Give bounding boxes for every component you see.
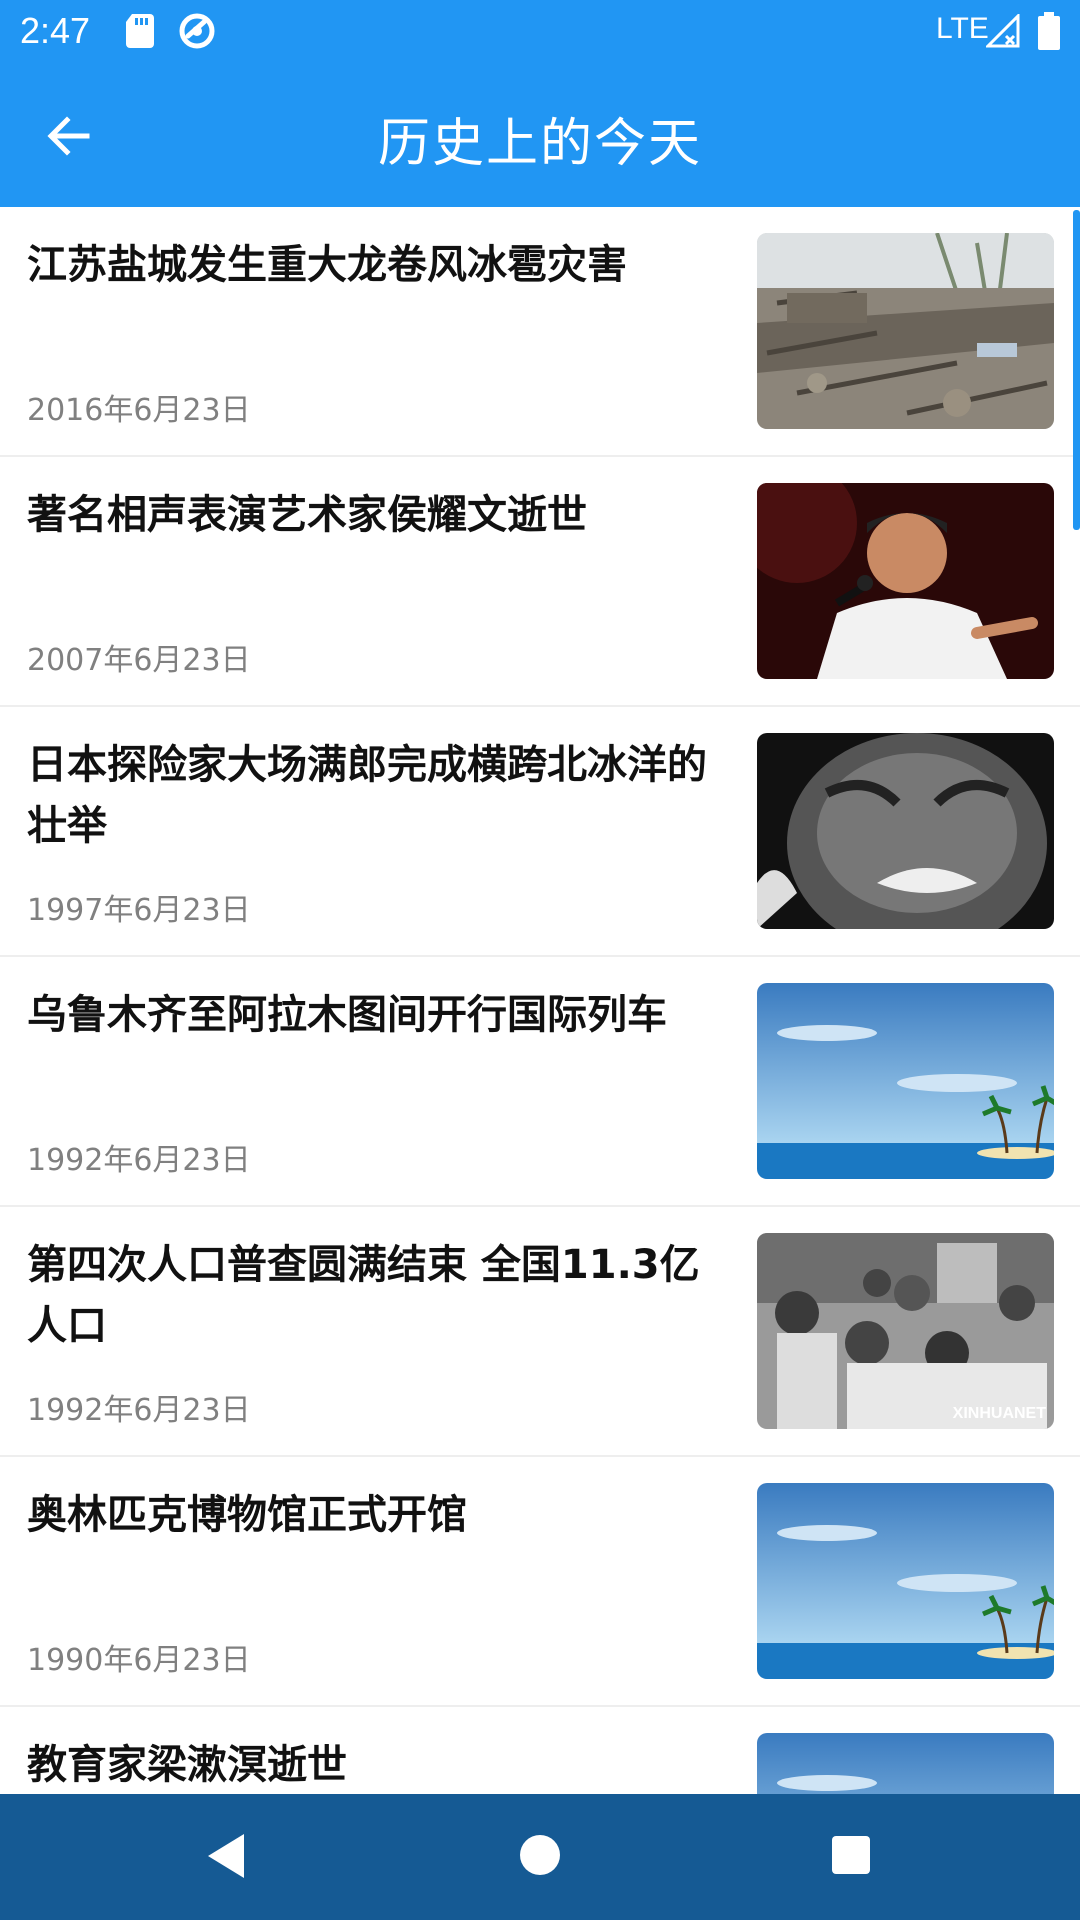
- status-bar: 2:47 LTE: [0, 0, 1080, 63]
- event-date: 1992年6月23日: [27, 1393, 251, 1428]
- network-type: LTE: [936, 12, 989, 45]
- event-list[interactable]: 江苏盐城发生重大龙卷风冰雹灾害 2016年6月23日 著名相声表演艺术家侯耀文逝…: [0, 207, 1080, 1794]
- battery-icon: [1038, 12, 1060, 50]
- island-placeholder-image: [757, 983, 1054, 1179]
- event-title: 教育家梁漱溟逝世: [27, 1742, 347, 1788]
- list-item[interactable]: 第四次人口普查圆满结束 全国11.3亿人口 1992年6月23日 XINHUAN…: [0, 1207, 1080, 1457]
- frosted-face-photo: [757, 733, 1054, 929]
- event-title: 乌鲁木齐至阿拉木图间开行国际列车: [27, 992, 667, 1038]
- event-title: 著名相声表演艺术家侯耀文逝世: [27, 492, 587, 538]
- status-time: 2:47: [20, 10, 91, 51]
- event-title: 江苏盐城发生重大龙卷风冰雹灾害: [27, 242, 627, 288]
- event-date: 2007年6月23日: [27, 643, 251, 678]
- nav-home-icon[interactable]: [520, 1835, 560, 1875]
- event-title: 第四次人口普查圆满结束 全国11.3亿人口: [27, 1242, 700, 1349]
- census-photo: XINHUANET: [757, 1233, 1054, 1429]
- app-bar: 历史上的今天: [0, 63, 1080, 207]
- event-title: 奥林匹克博物馆正式开馆: [27, 1492, 467, 1538]
- sync-icon: [179, 13, 215, 49]
- event-date: 1997年6月23日: [27, 893, 251, 928]
- island-placeholder-image: [757, 1733, 1054, 1794]
- island-placeholder-image: [757, 1483, 1054, 1679]
- signal-icon: [986, 14, 1020, 48]
- list-item[interactable]: 日本探险家大场满郎完成横跨北冰洋的壮举 1997年6月23日: [0, 707, 1080, 957]
- performer-with-microphone-photo: [757, 483, 1054, 679]
- list-item[interactable]: 江苏盐城发生重大龙卷风冰雹灾害 2016年6月23日: [0, 207, 1080, 457]
- sd-card-icon: [126, 14, 154, 48]
- nav-recents-icon[interactable]: [832, 1836, 870, 1874]
- tornado-debris-photo: [757, 233, 1054, 429]
- nav-back-icon[interactable]: [204, 1832, 248, 1880]
- event-date: 1990年6月23日: [27, 1643, 251, 1678]
- watermark-text: XINHUANET: [952, 1405, 1046, 1422]
- list-item[interactable]: 乌鲁木齐至阿拉木图间开行国际列车 1992年6月23日: [0, 957, 1080, 1207]
- scrollbar[interactable]: [1073, 210, 1080, 530]
- list-item[interactable]: 著名相声表演艺术家侯耀文逝世 2007年6月23日: [0, 457, 1080, 707]
- event-title: 日本探险家大场满郎完成横跨北冰洋的壮举: [27, 742, 707, 849]
- event-date: 2016年6月23日: [27, 393, 251, 428]
- system-nav-bar: [0, 1794, 1080, 1920]
- list-item[interactable]: 教育家梁漱溟逝世: [0, 1707, 1080, 1794]
- page-title: 历史上的今天: [377, 114, 702, 174]
- list-item[interactable]: 奥林匹克博物馆正式开馆 1990年6月23日: [0, 1457, 1080, 1707]
- event-date: 1992年6月23日: [27, 1143, 251, 1178]
